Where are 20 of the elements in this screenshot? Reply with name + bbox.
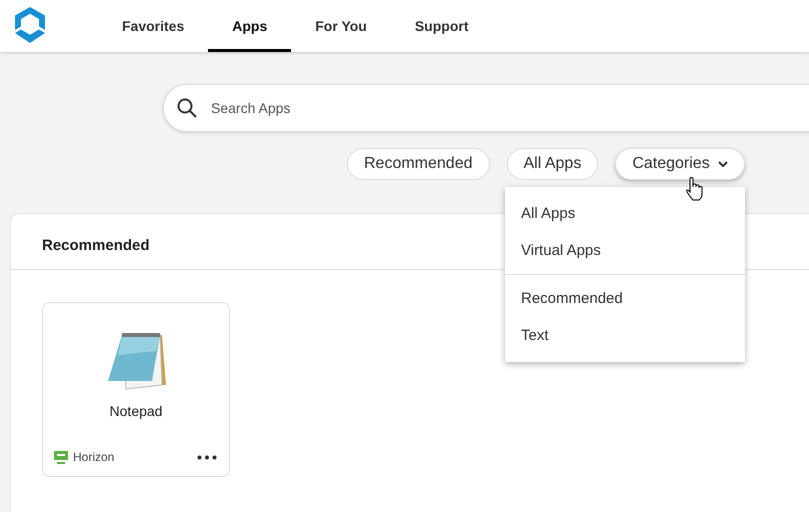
search-icon xyxy=(177,98,197,118)
nav-tab[interactable]: For You xyxy=(291,0,391,52)
search-field[interactable]: Search Apps xyxy=(163,84,809,132)
logo-icon[interactable] xyxy=(13,6,47,44)
menu-item[interactable]: Text xyxy=(505,317,745,354)
menu-item[interactable]: Recommended xyxy=(505,280,745,317)
app-tile[interactable]: Notepad Horizon xyxy=(42,302,230,477)
nav-tab[interactable]: Apps xyxy=(208,0,292,52)
chevron-down-icon xyxy=(718,160,728,168)
menu-item[interactable]: All Apps xyxy=(505,195,745,232)
monitor-icon xyxy=(54,450,68,464)
nav-tab[interactable]: Support xyxy=(390,0,492,52)
filter-button[interactable]: Recommended xyxy=(347,148,490,180)
more-options-icon[interactable] xyxy=(195,452,219,462)
nav-tab[interactable]: Favorites xyxy=(98,0,208,52)
app-source: Horizon xyxy=(73,450,114,464)
categories-dropdown[interactable]: Categories xyxy=(615,148,745,180)
menu-item[interactable]: Virtual Apps xyxy=(505,232,745,269)
filter-button[interactable]: All Apps xyxy=(506,148,598,180)
app-name: Notepad xyxy=(110,403,162,419)
